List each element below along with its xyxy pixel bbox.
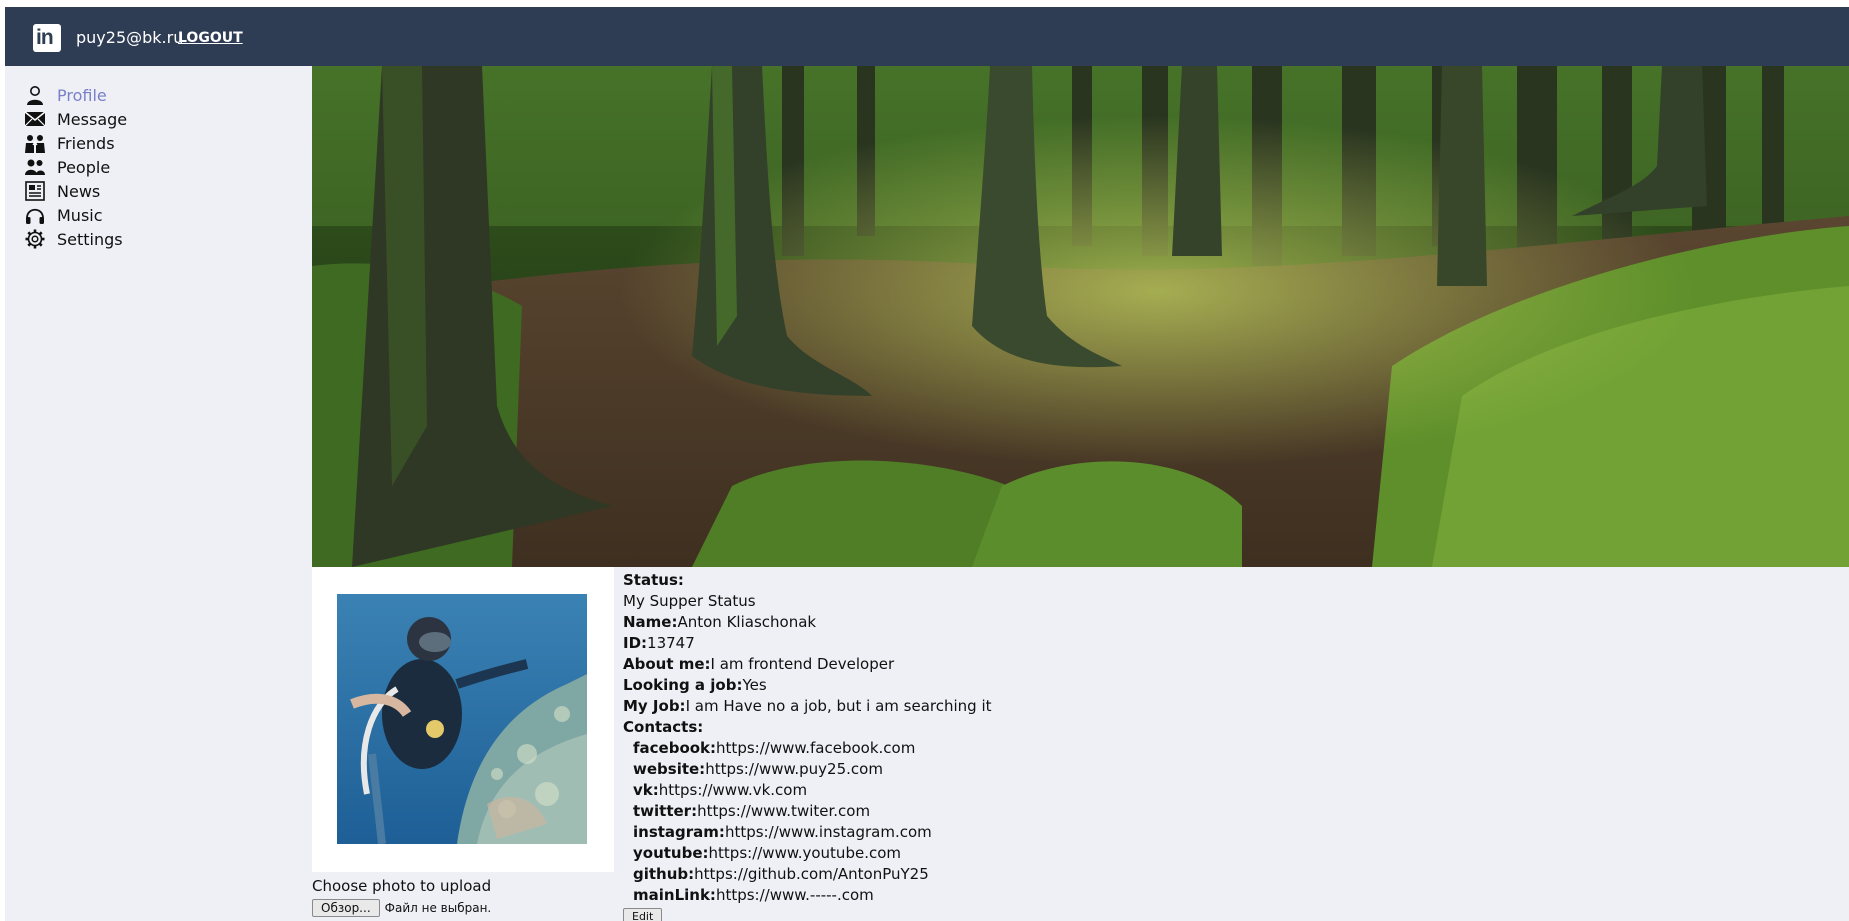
my-job-label: My Job:	[623, 697, 686, 715]
contact-key: vk:	[633, 781, 659, 799]
edit-button[interactable]: Edit	[623, 908, 663, 921]
id-label: ID:	[623, 634, 648, 652]
sidebar-item-message[interactable]: Message	[24, 108, 127, 130]
contact-key: youtube:	[633, 844, 709, 862]
contact-value: https://www.twiter.com	[697, 802, 871, 820]
contact-value: https://www.facebook.com	[716, 739, 916, 757]
sidebar: Profile Message Friends People News Musi…	[5, 66, 312, 921]
sidebar-item-friends[interactable]: Friends	[24, 132, 115, 154]
contact-key: twitter:	[633, 802, 698, 820]
sidebar-item-label: Profile	[57, 85, 107, 105]
logout-link[interactable]: LOGOUT	[178, 30, 243, 46]
looking-job-value: Yes	[742, 676, 767, 694]
contact-key: github:	[633, 865, 695, 883]
browse-button[interactable]: Обзор...	[312, 899, 380, 917]
contact-item: youtube:https://www.youtube.com	[633, 843, 992, 864]
contact-value: https://www.youtube.com	[708, 844, 901, 862]
status-value[interactable]: My Supper Status	[623, 592, 756, 610]
contact-item: github:https://github.com/AntonPuY25	[633, 864, 992, 885]
sidebar-item-profile[interactable]: Profile	[24, 84, 107, 106]
gear-icon	[25, 229, 45, 249]
sidebar-item-settings[interactable]: Settings	[24, 228, 123, 250]
sidebar-item-music[interactable]: Music	[24, 204, 103, 226]
diver-photo-image	[337, 594, 587, 844]
sidebar-item-label: People	[57, 157, 111, 177]
upload-label: Choose photo to upload	[312, 877, 492, 895]
sidebar-item-news[interactable]: News	[24, 180, 100, 202]
about-value: I am frontend Developer	[710, 655, 895, 673]
name-value: Anton Kliaschonak	[677, 613, 817, 631]
friends-icon	[25, 135, 45, 153]
contact-value: https://www.instagram.com	[724, 823, 932, 841]
contact-item: facebook:https://www.facebook.com	[633, 738, 992, 759]
forest-banner-image	[312, 66, 1849, 567]
envelope-icon	[24, 111, 46, 127]
sidebar-item-people[interactable]: People	[24, 156, 110, 178]
file-status: Файл не выбран.	[384, 901, 492, 915]
contact-key: facebook:	[633, 739, 717, 757]
sidebar-item-label: Message	[57, 109, 128, 129]
name-label: Name:	[623, 613, 678, 631]
app-frame: in puy25@bk.ru LOGOUT Profile Message Fr…	[5, 7, 1849, 921]
contact-item: mainLink:https://www.-----.com	[633, 885, 992, 906]
contacts-list: facebook:https://www.facebook.com websit…	[623, 738, 992, 906]
avatar	[337, 594, 587, 844]
newspaper-icon	[25, 181, 45, 201]
id-value: 13747	[647, 634, 695, 652]
user-icon	[27, 86, 43, 105]
sidebar-item-label: News	[57, 181, 101, 201]
people-icon	[25, 159, 45, 175]
logo-text: in	[36, 26, 54, 49]
contact-key: website:	[633, 760, 706, 778]
contacts-label: Contacts:	[623, 718, 704, 736]
linkedin-logo-icon[interactable]: in	[33, 24, 61, 52]
contact-item: website:https://www.puy25.com	[633, 759, 992, 780]
contact-item: instagram:https://www.instagram.com	[633, 822, 992, 843]
contact-item: twitter:https://www.twiter.com	[633, 801, 992, 822]
status-label: Status:	[623, 571, 684, 589]
sidebar-item-label: Settings	[57, 229, 123, 249]
looking-job-label: Looking a job:	[623, 676, 743, 694]
contact-item: vk:https://www.vk.com	[633, 780, 992, 801]
contact-value: https://github.com/AntonPuY25	[694, 865, 929, 883]
contact-key: mainLink:	[633, 886, 716, 904]
sidebar-item-label: Friends	[57, 133, 115, 153]
avatar-card	[312, 567, 614, 872]
contact-value: https://www.-----.com	[715, 886, 874, 904]
profile-info: Status: My Supper Status Name:Anton Klia…	[623, 570, 992, 906]
file-upload: Обзор... Файл не выбран.	[312, 899, 491, 917]
headphones-icon	[26, 208, 44, 224]
about-label: About me:	[623, 655, 711, 673]
contact-key: instagram:	[633, 823, 725, 841]
user-email: puy25@bk.ru	[76, 28, 184, 47]
my-job-value: I am Have no a job, but i am searching i…	[685, 697, 992, 715]
contact-value: https://www.puy25.com	[705, 760, 883, 778]
header: in puy25@bk.ru LOGOUT	[5, 7, 1849, 66]
sidebar-item-label: Music	[57, 205, 103, 225]
contact-value: https://www.vk.com	[658, 781, 808, 799]
